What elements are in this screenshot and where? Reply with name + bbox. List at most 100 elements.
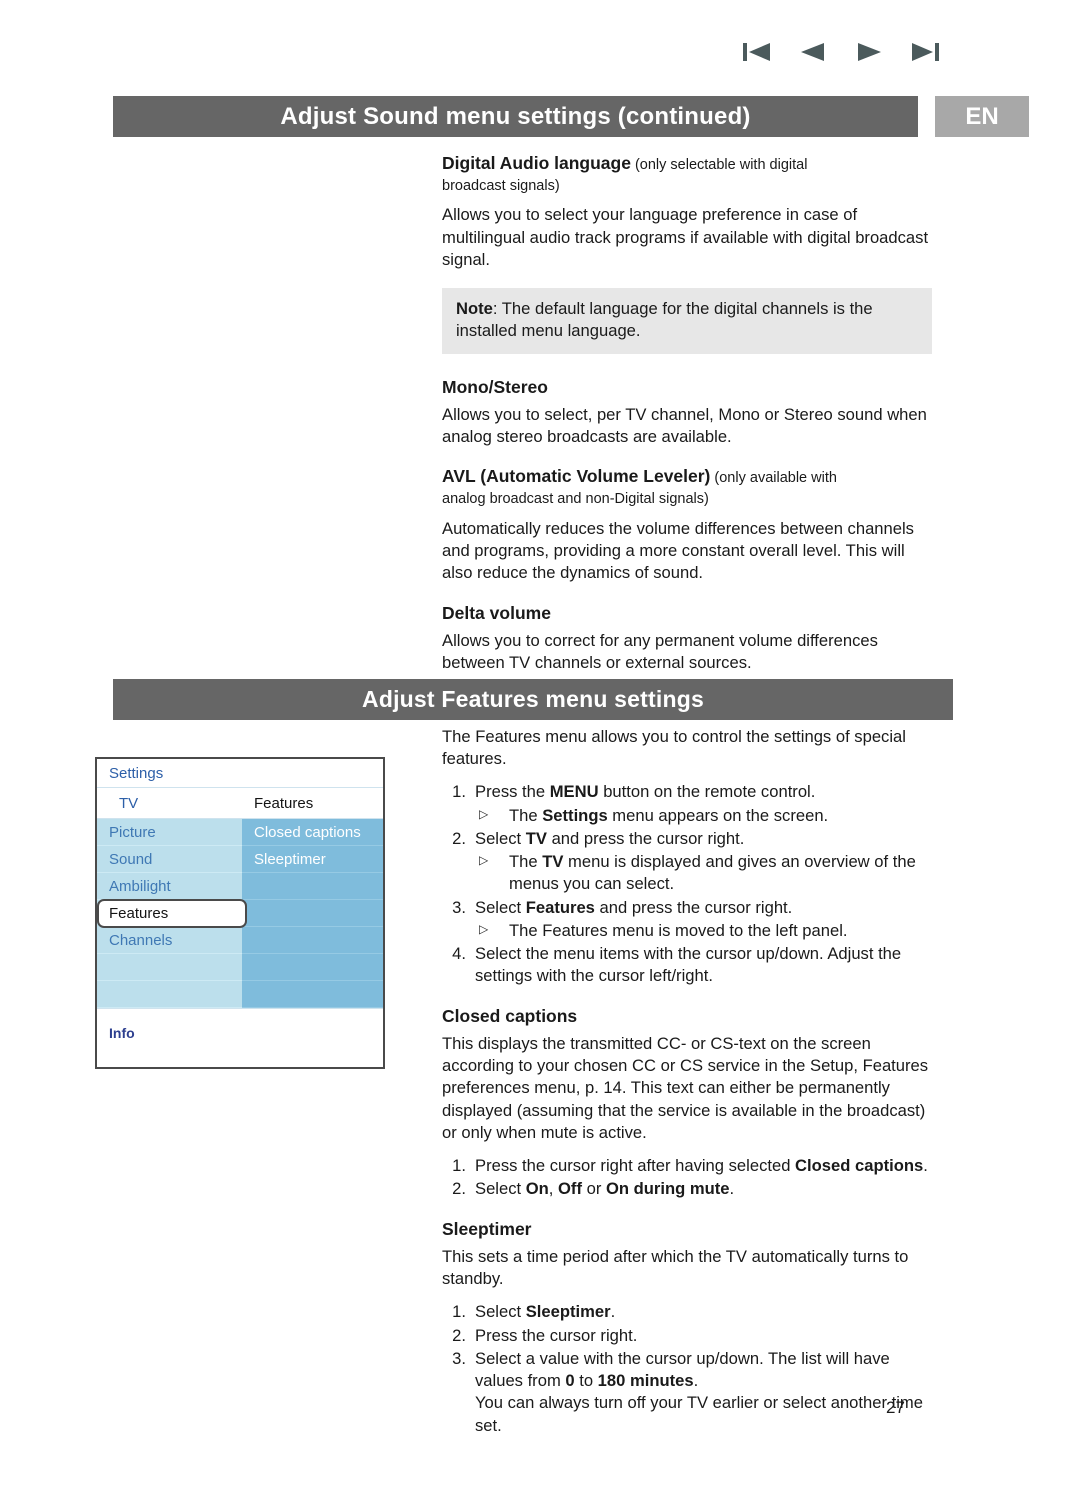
step-emphasis: Features [525,897,595,917]
step-item: 2. Select On, Off or On during mute. [442,1178,937,1200]
tv-menu-item-features-selected[interactable]: Features [97,899,247,928]
sleeptimer-steps-list: 1. Select Sleeptimer. 2. Press the cursor r… [442,1301,937,1436]
note-label: Note [456,299,493,319]
paragraph-mono-stereo: Allows you to select, per TV channel, Mo… [442,404,927,447]
step-text: The [509,852,543,872]
previous-page-icon[interactable] [798,40,828,64]
heading-avl: AVL (Automatic Volume Leveler) (only ava… [442,465,932,488]
sub-step-item: ▷ The Features menu is moved to the left … [475,920,937,942]
step-text: Select the menu items with the cursor up… [475,944,902,986]
step-text: . [923,1156,928,1176]
step-text: . [729,1179,735,1199]
tv-menu-screenshot: Settings TV Features Picture Sound Ambil… [95,757,385,1069]
step-item: 4. Select the menu items with the cursor … [442,943,937,987]
tv-menu-right-header: Features [254,795,314,812]
step-text: to [574,1371,598,1391]
tv-menu-right-empty-row [242,927,383,954]
tv-menu-right-empty-row [242,954,383,981]
paragraph-sleeptimer: This sets a time period after which the … [442,1247,909,1289]
heading-digital-audio-language: Digital Audio language (only selectable … [442,152,932,175]
tv-menu-right-empty-row [242,981,383,1008]
note-text: : The default language for the digital c… [456,299,873,341]
step-emphasis: 180 minutes [597,1371,694,1391]
step-text: Select [475,828,526,848]
tv-menu-item-ambilight[interactable]: Ambilight [97,873,242,900]
tv-menu-left-column: Picture Sound Ambilight Features Channel… [97,819,247,1008]
step-emphasis: Off [558,1179,582,1199]
tv-menu-right-empty-row [242,900,383,927]
tv-menu-item-sound[interactable]: Sound [97,846,242,873]
step-text: The [509,805,543,825]
step-text: . [610,1302,616,1322]
tv-menu-body: Picture Sound Ambilight Features Channel… [97,819,383,1008]
step-emphasis: Closed captions [795,1156,924,1176]
step-number: 3. [452,897,466,917]
step-text: . [693,1371,699,1391]
first-page-icon[interactable] [742,40,772,64]
step-emphasis: 0 [565,1371,575,1391]
step-text: button on the remote control. [598,782,816,802]
paragraph-avl: Automatically reduces the volume differe… [442,518,914,583]
sub-step-item: ▷ The Settings menu appears on the screen… [475,805,937,827]
section-header-adjust-sound: Adjust Sound menu settings (continued) [113,96,918,137]
step-item: 1. Select Sleeptimer. [442,1301,937,1323]
step-text: menu is displayed and gives an overview … [509,852,916,894]
tv-menu-right-column: Closed captions Sleeptimer [242,819,383,1008]
closed-captions-steps-list: 1. Press the cursor right after having se… [442,1155,937,1200]
heading-delta-volume: Delta volume [442,602,551,623]
section-header-adjust-features: Adjust Features menu settings [113,679,953,720]
step-number: 2. [452,1179,466,1199]
step-emphasis: TV [542,852,564,872]
tv-menu-info-label: Info [109,1025,135,1041]
triangle-bullet-icon: ▷ [479,853,489,868]
step-number: 2. [452,828,466,848]
step-emphasis: TV [525,828,547,848]
step-extra-text: You can always turn off your TV earlier … [475,1393,923,1435]
tv-menu-title: Settings [97,759,383,788]
step-text: or [581,1179,606,1199]
heading-digital-audio-language-sub-line2: broadcast signals) [442,177,560,194]
step-text: The Features menu is moved to the left p… [509,920,848,940]
features-section-body: The Features menu allows you to control … [442,726,937,1438]
step-text: Select [475,1302,526,1322]
tv-menu-footer: Info [97,1008,383,1064]
step-number: 2. [452,1325,466,1345]
heading-avl-bold: AVL (Automatic Volume Leveler) [442,466,711,487]
paragraph-features-intro: The Features menu allows you to control … [442,727,906,769]
tv-menu-item-sleeptimer[interactable]: Sleeptimer [242,846,383,873]
step-emphasis: MENU [549,782,599,802]
last-page-icon[interactable] [910,40,940,64]
step-text: Press the [475,782,550,802]
language-badge: EN [935,96,1029,137]
step-number: 3. [452,1348,466,1368]
tv-menu-item-channels[interactable]: Channels [97,927,242,954]
sub-step-item: ▷ The TV menu is displayed and gives an o… [475,851,937,895]
heading-sleeptimer: Sleeptimer [442,1218,532,1239]
step-item: 3. Select Features and press the cursor r… [442,897,937,942]
step-item: 2. Press the cursor right. [442,1325,937,1347]
paragraph-closed-captions: This displays the transmitted CC- or CS-… [442,1033,929,1142]
step-item: 2. Select TV and press the cursor right. ▷… [442,828,937,896]
step-emphasis: Settings [542,805,608,825]
step-text: menu appears on the screen. [607,805,829,825]
sound-section-body: Digital Audio language (only selectable … [442,152,932,691]
triangle-bullet-icon: ▷ [479,921,489,936]
tv-menu-right-empty-row [242,873,383,900]
paragraph-delta-volume: Allows you to correct for any permanent … [442,630,878,673]
step-text: and press the cursor right. [546,828,745,848]
step-text: Select [475,897,526,917]
step-item: 3. Select a value with the cursor up/down… [442,1348,937,1437]
triangle-bullet-icon: ▷ [479,806,489,821]
tv-menu-item-closed-captions[interactable]: Closed captions [242,819,383,846]
heading-avl-sub: (only available with [710,470,837,487]
tv-menu-item-picture[interactable]: Picture [97,819,242,846]
tv-menu-left-empty-row [97,954,242,981]
heading-mono-stereo: Mono/Stereo [442,376,548,397]
step-text: Select [475,1179,526,1199]
tv-menu-left-empty-row [97,981,242,1008]
step-text: Press the cursor right after having sele… [475,1156,796,1176]
paragraph-digital-audio-language: Allows you to select your language prefe… [442,205,929,269]
next-page-icon[interactable] [854,40,884,64]
heading-avl-sub-line2: analog broadcast and non-Digital signals… [442,490,709,507]
heading-closed-captions: Closed captions [442,1005,578,1026]
